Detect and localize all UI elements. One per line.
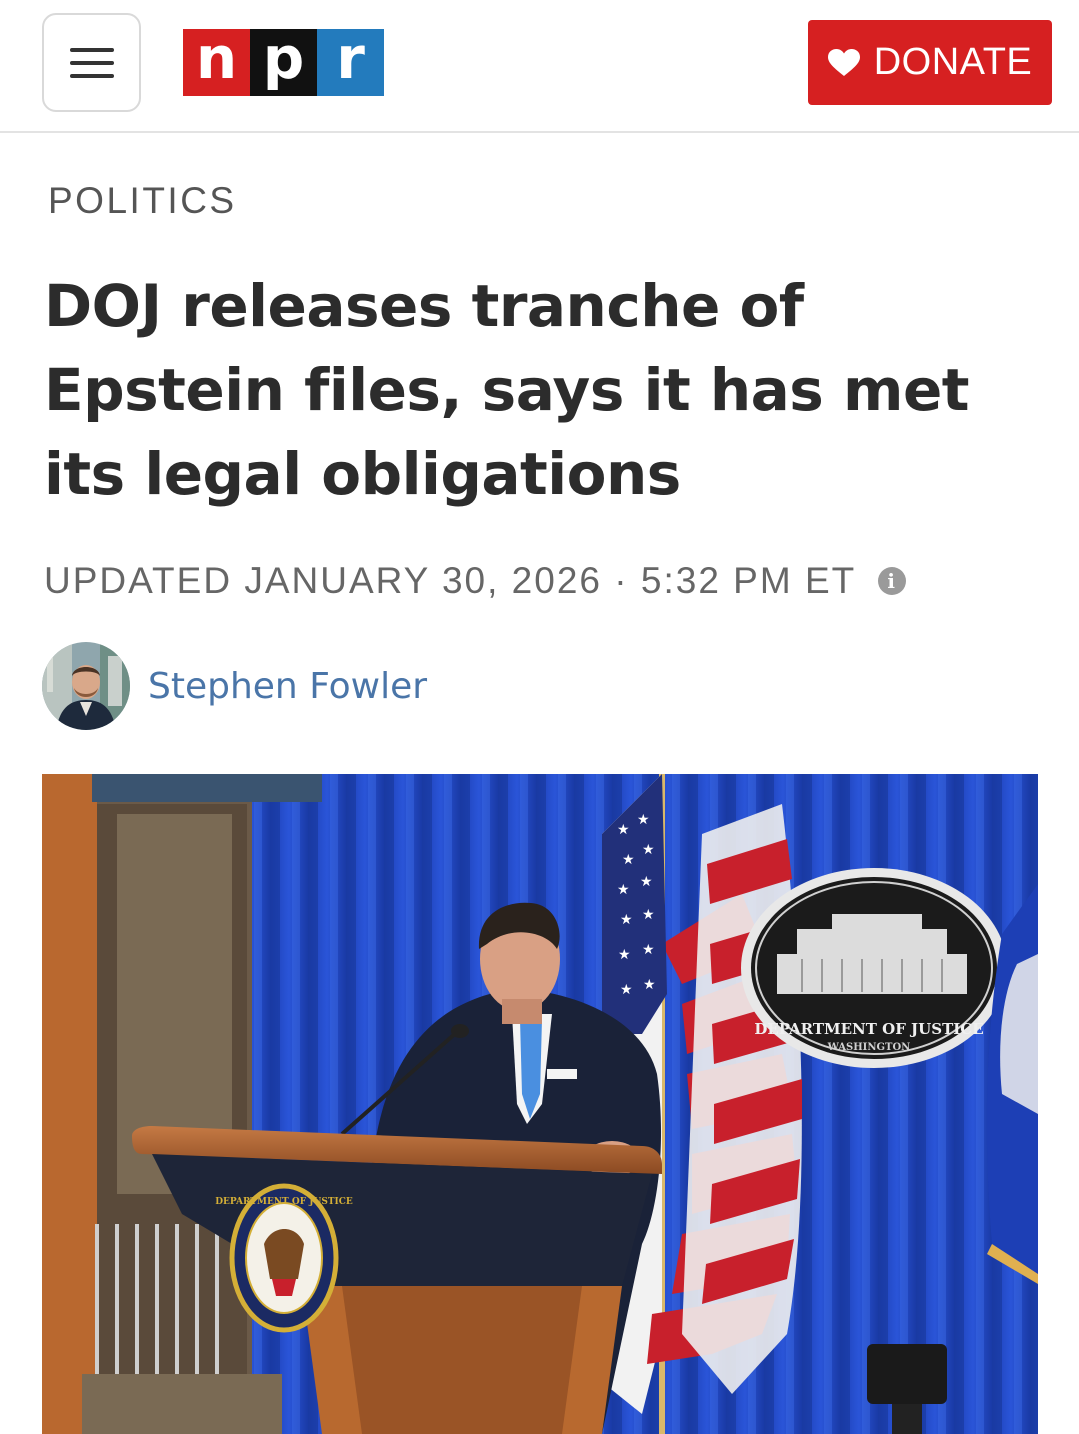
svg-text:★: ★ <box>617 882 630 898</box>
menu-button[interactable] <box>42 13 141 112</box>
hamburger-menu-icon <box>69 47 114 78</box>
donate-label: DONATE <box>873 41 1033 83</box>
logo-letter-n: n <box>183 29 250 96</box>
byline[interactable]: Stephen Fowler <box>42 642 427 730</box>
npr-logo[interactable]: n p r <box>183 29 384 96</box>
svg-text:★: ★ <box>642 842 655 858</box>
svg-text:★: ★ <box>617 822 630 838</box>
wall-seal-text: DEPARTMENT OF JUSTICE <box>754 1020 983 1038</box>
info-icon[interactable]: i <box>878 567 907 595</box>
svg-text:★: ★ <box>622 852 635 868</box>
svg-text:★: ★ <box>620 982 633 998</box>
svg-text:★: ★ <box>642 942 655 958</box>
wall-seal-subtext: WASHINGTON <box>827 1042 911 1053</box>
author-name-link[interactable]: Stephen Fowler <box>148 666 427 707</box>
logo-letter-r: r <box>317 29 384 96</box>
heart-icon <box>827 48 860 77</box>
svg-text:★: ★ <box>637 812 650 828</box>
podium-seal-text: DEPARTMENT OF JUSTICE <box>215 1197 353 1207</box>
site-header: n p r DONATE <box>0 0 1079 133</box>
donate-button[interactable]: DONATE <box>808 20 1052 105</box>
article-headline: DOJ releases tranche of Epstein files, s… <box>44 272 970 508</box>
svg-text:★: ★ <box>620 912 633 928</box>
section-label[interactable]: POLITICS <box>48 180 237 222</box>
svg-text:★: ★ <box>618 947 631 963</box>
svg-text:★: ★ <box>642 907 655 923</box>
updated-timestamp: UPDATED JANUARY 30, 2026 · 5:32 PM ET <box>44 560 857 601</box>
svg-text:★: ★ <box>643 977 656 993</box>
logo-letter-p: p <box>250 29 317 96</box>
lead-photo[interactable]: ★ ★ ★ ★ ★ ★ ★ ★ ★ ★ ★ ★ DEPARTMENT OF JU… <box>42 774 1038 1434</box>
dateline: UPDATED JANUARY 30, 2026 · 5:32 PM ET i <box>44 560 907 602</box>
author-avatar[interactable] <box>42 642 130 730</box>
svg-text:★: ★ <box>640 874 653 890</box>
